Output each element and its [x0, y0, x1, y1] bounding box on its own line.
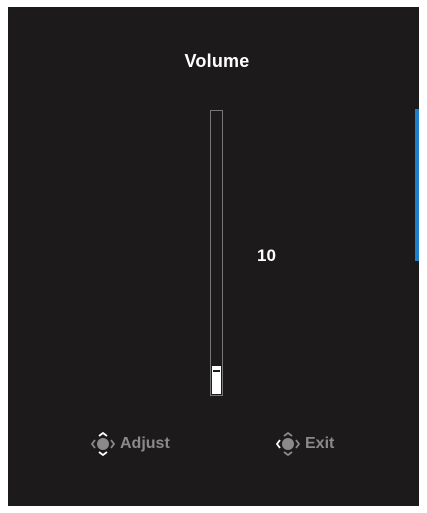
- adjust-hint: Adjust: [90, 431, 170, 457]
- osd-panel: Volume 10 Adjust Exit: [8, 7, 419, 506]
- volume-slider-knob[interactable]: [213, 370, 220, 372]
- joystick-left-icon: [275, 431, 301, 457]
- menu-title: Volume: [184, 51, 250, 71]
- joystick-updown-icon: [90, 431, 116, 457]
- volume-slider[interactable]: [210, 110, 223, 396]
- volume-slider-fill: [212, 366, 221, 394]
- menu-scrollbar[interactable]: [415, 109, 419, 261]
- exit-hint: Exit: [275, 431, 334, 457]
- adjust-label: Adjust: [120, 435, 170, 452]
- volume-value: 10: [257, 246, 276, 265]
- exit-label: Exit: [305, 435, 335, 452]
